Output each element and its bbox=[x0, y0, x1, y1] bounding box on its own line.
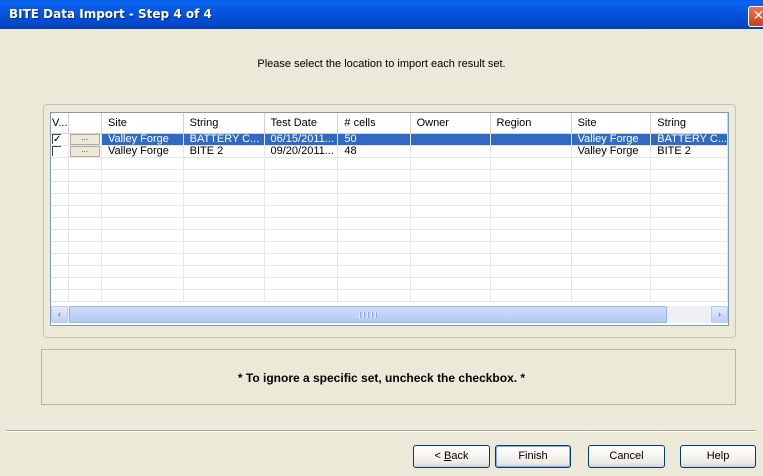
row-browse-button[interactable]: ... bbox=[69, 146, 100, 157]
back-button[interactable]: < Back bbox=[413, 445, 490, 468]
cell-site: Valley Forge bbox=[101, 133, 184, 146]
empty-row bbox=[51, 241, 728, 254]
scroll-left-arrow-icon: ‹ bbox=[58, 309, 61, 319]
column-header-v[interactable]: V... bbox=[51, 113, 69, 134]
row-checkbox[interactable]: ✓ bbox=[52, 134, 61, 145]
empty-row bbox=[51, 229, 728, 242]
empty-row bbox=[51, 157, 728, 170]
title-bar[interactable]: BITE Data Import - Step 4 of 4 ✕ bbox=[0, 0, 763, 29]
row-browse-cell: ... bbox=[68, 133, 102, 146]
cell-site: Valley Forge bbox=[101, 145, 184, 158]
cell-cells: 50 bbox=[337, 133, 411, 146]
cell-region[interactable] bbox=[490, 133, 572, 146]
column-header-owner[interactable]: Owner bbox=[410, 113, 491, 134]
column-header-target-string[interactable]: String bbox=[650, 113, 728, 134]
result-set-grid[interactable]: V... Site String Test Date # cells Owner… bbox=[50, 112, 729, 326]
column-header-test-date[interactable]: Test Date bbox=[264, 113, 339, 134]
column-header-region[interactable]: Region bbox=[490, 113, 572, 134]
help-button[interactable]: Help bbox=[680, 445, 756, 468]
uncheck-note: * To ignore a specific set, uncheck the … bbox=[237, 371, 526, 385]
column-header-blank[interactable] bbox=[68, 113, 102, 134]
cell-string: BITE 2 bbox=[183, 145, 265, 158]
scroll-left-button[interactable]: ‹ bbox=[51, 306, 68, 323]
row-browse-cell: ... bbox=[68, 145, 102, 158]
cell-owner[interactable] bbox=[410, 133, 491, 146]
cell-string: BATTERY C... bbox=[183, 133, 265, 146]
scroll-right-arrow-icon: › bbox=[718, 309, 721, 319]
empty-row bbox=[51, 169, 728, 182]
empty-row bbox=[51, 205, 728, 218]
empty-row bbox=[51, 193, 728, 206]
scroll-right-button[interactable]: › bbox=[711, 306, 728, 323]
table-row[interactable]: ✓ ... Valley Forge BATTERY C... 06/15/20… bbox=[51, 133, 728, 146]
table-row[interactable]: ... Valley Forge BITE 2 09/20/2011... 48… bbox=[51, 145, 728, 158]
finish-button[interactable]: Finish bbox=[495, 445, 571, 468]
table-header: V... Site String Test Date # cells Owner… bbox=[51, 113, 728, 134]
cancel-button[interactable]: Cancel bbox=[588, 445, 665, 468]
back-prefix: < bbox=[434, 450, 444, 462]
close-button[interactable]: ✕ bbox=[748, 6, 763, 27]
column-header-string[interactable]: String bbox=[183, 113, 265, 134]
row-checkbox-cell: ✓ bbox=[51, 133, 69, 146]
empty-row bbox=[51, 289, 728, 302]
cell-test-date: 09/20/2011... bbox=[264, 145, 339, 158]
empty-row bbox=[51, 253, 728, 266]
window-title: BITE Data Import - Step 4 of 4 bbox=[9, 7, 212, 21]
cell-region[interactable] bbox=[490, 145, 572, 158]
row-browse-button[interactable]: ... bbox=[69, 134, 100, 145]
row-checkbox[interactable] bbox=[52, 146, 61, 156]
empty-row bbox=[51, 277, 728, 290]
empty-row bbox=[51, 217, 728, 230]
cell-target-site[interactable]: Valley Forge bbox=[571, 145, 652, 158]
cell-target-string[interactable]: BITE 2 bbox=[650, 145, 728, 158]
result-set-table: V... Site String Test Date # cells Owner… bbox=[51, 113, 728, 302]
close-icon: ✕ bbox=[752, 8, 763, 24]
empty-row bbox=[51, 265, 728, 278]
cell-test-date: 06/15/2011... bbox=[264, 133, 339, 146]
grip-icon bbox=[359, 312, 377, 318]
row-checkbox-cell bbox=[51, 145, 69, 158]
empty-row bbox=[51, 181, 728, 194]
cell-target-string[interactable]: BATTERY C... bbox=[650, 133, 728, 146]
column-header-cells[interactable]: # cells bbox=[337, 113, 411, 134]
instruction-text: Please select the location to import eac… bbox=[257, 58, 506, 70]
back-label: ack bbox=[451, 450, 469, 462]
scroll-thumb[interactable] bbox=[69, 306, 667, 323]
cell-target-site[interactable]: Valley Forge bbox=[571, 133, 652, 146]
button-separator bbox=[6, 430, 756, 432]
horizontal-scrollbar[interactable]: ‹ › bbox=[51, 306, 728, 323]
column-header-target-site[interactable]: Site bbox=[571, 113, 652, 134]
cell-owner[interactable] bbox=[410, 145, 491, 158]
cell-cells: 48 bbox=[337, 145, 411, 158]
column-header-site[interactable]: Site bbox=[101, 113, 184, 134]
